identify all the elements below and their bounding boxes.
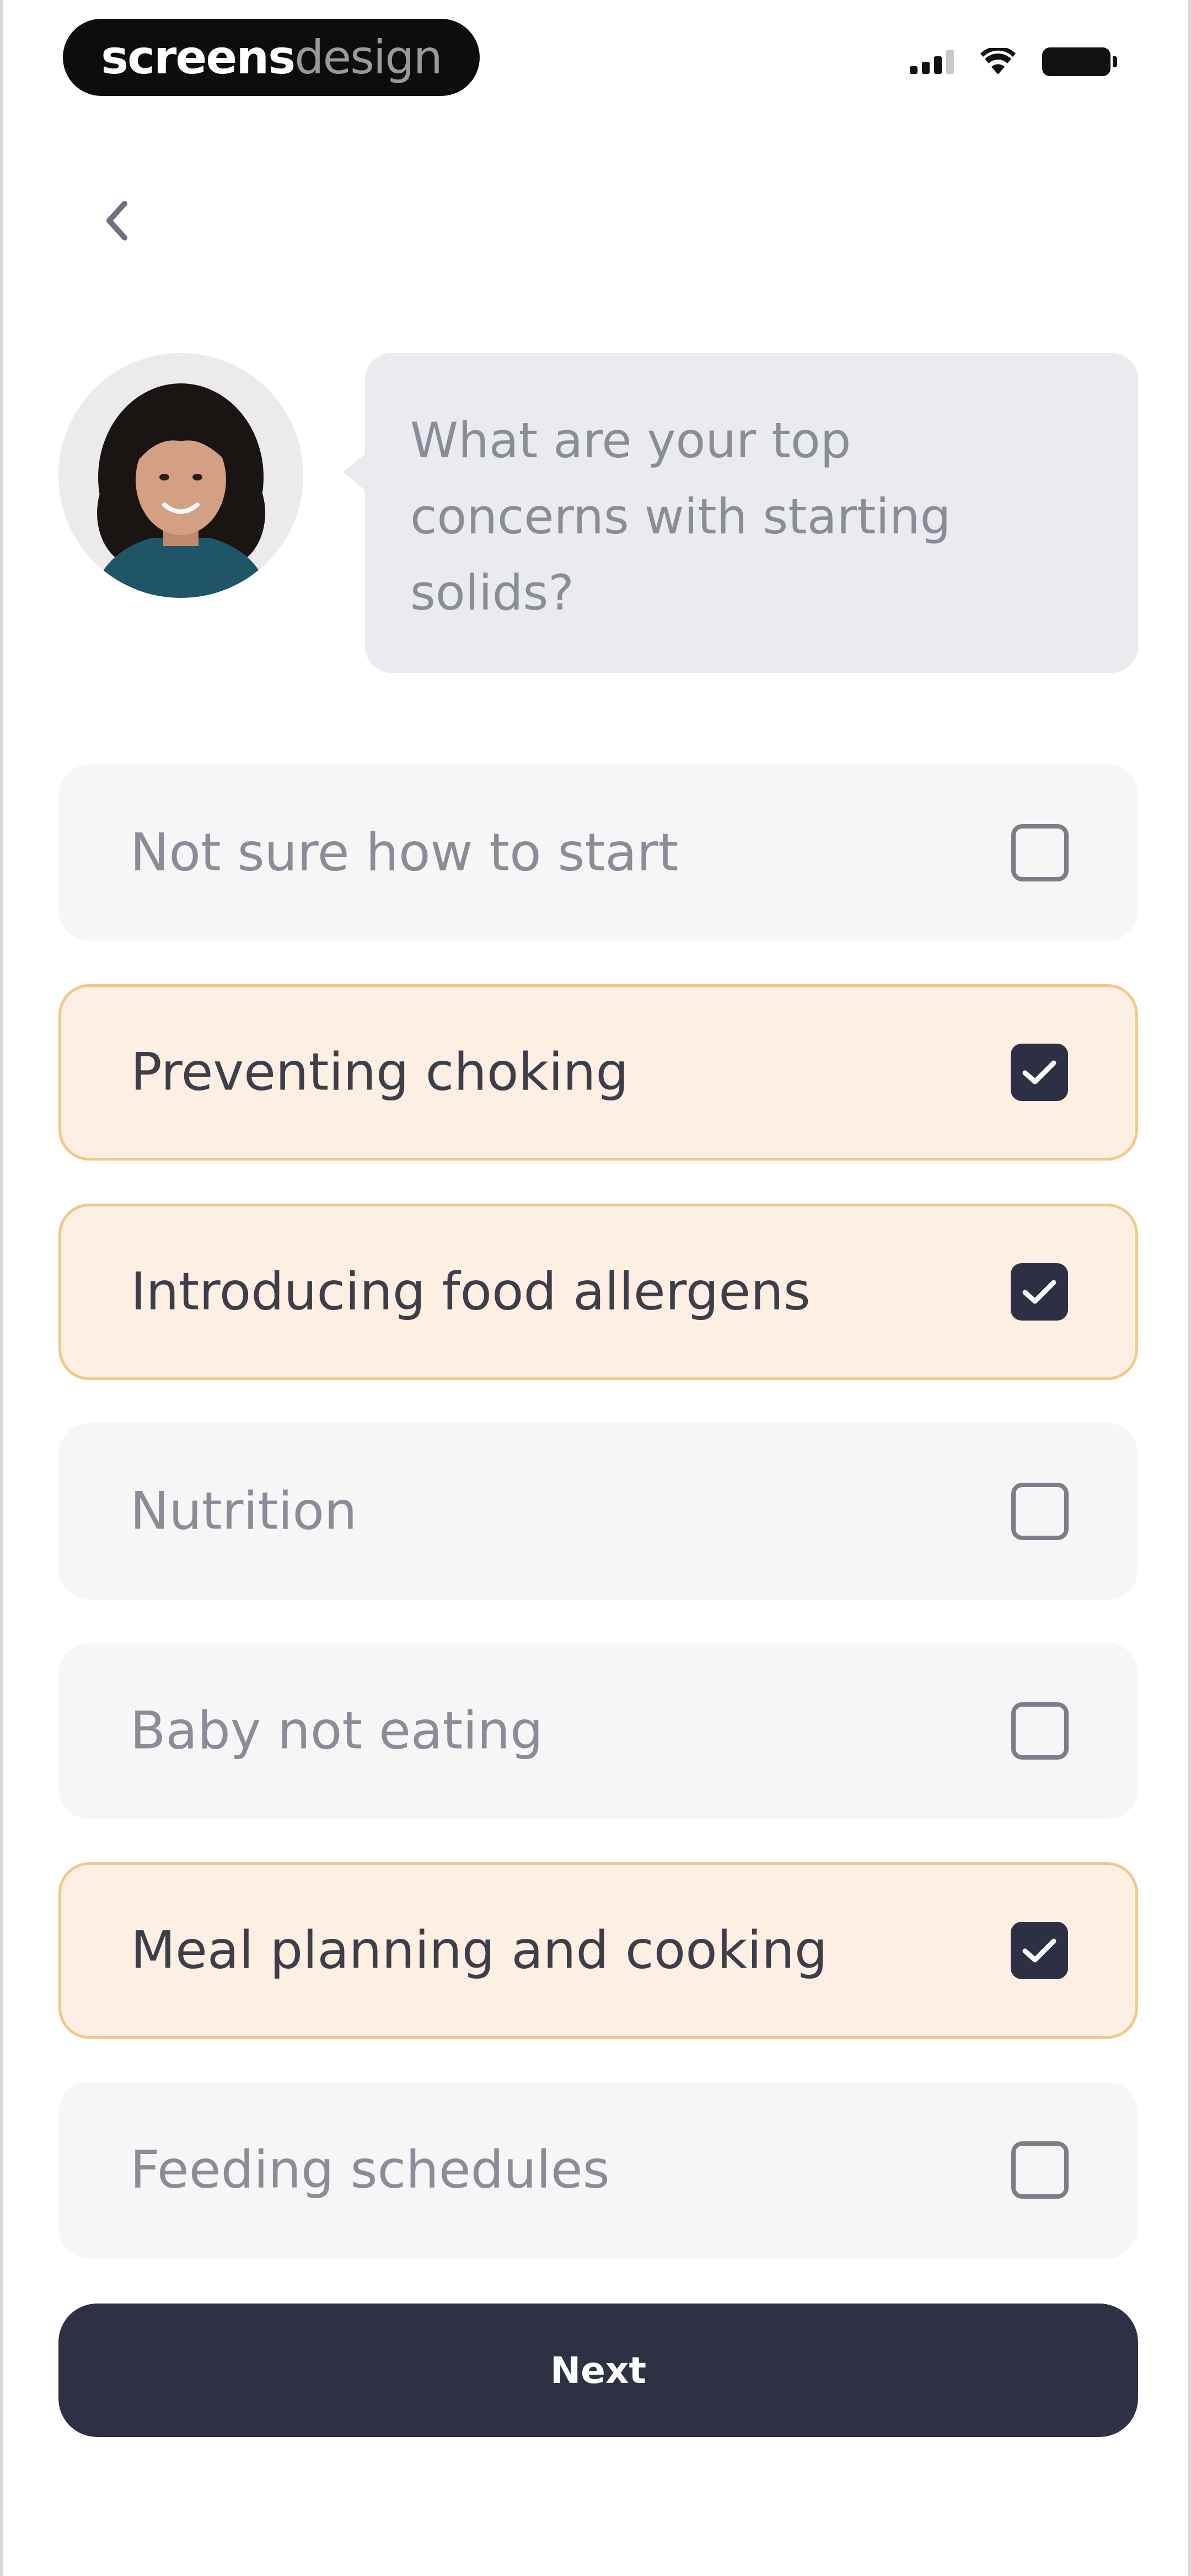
option-meal-planning-and-cooking[interactable]: Meal planning and cooking xyxy=(58,1862,1138,2039)
brand-light-text: design xyxy=(294,30,443,84)
chevron-left-icon xyxy=(106,201,127,241)
option-label: Baby not eating xyxy=(130,1701,543,1761)
option-baby-not-eating[interactable]: Baby not eating xyxy=(58,1643,1138,1819)
status-icons xyxy=(910,47,1117,76)
cellular-signal-icon xyxy=(910,50,954,74)
checkmark-icon xyxy=(1022,1280,1056,1304)
option-label: Introducing food allergens xyxy=(131,1262,811,1322)
option-preventing-choking[interactable]: Preventing choking xyxy=(58,984,1138,1161)
option-label: Feeding schedules xyxy=(130,2140,610,2200)
checkmark-icon xyxy=(1022,1938,1056,1963)
checkbox-unchecked-icon[interactable] xyxy=(1011,1483,1069,1540)
option-label: Not sure how to start xyxy=(130,822,679,883)
concern-options-list: Not sure how to start Preventing choking… xyxy=(58,765,1138,2301)
option-not-sure-how-to-start[interactable]: Not sure how to start xyxy=(58,765,1138,941)
wifi-icon xyxy=(980,48,1016,74)
checkbox-unchecked-icon[interactable] xyxy=(1011,1702,1069,1760)
option-introducing-food-allergens[interactable]: Introducing food allergens xyxy=(58,1204,1138,1380)
option-label: Nutrition xyxy=(130,1481,357,1542)
advisor-avatar xyxy=(58,353,303,598)
brand-watermark: screens design xyxy=(63,19,480,96)
checkmark-icon xyxy=(1022,1060,1056,1084)
onboarding-screen: screens design What are your top concern… xyxy=(0,0,1191,2576)
option-label: Meal planning and cooking xyxy=(131,1920,828,1981)
question-bubble: What are your top concerns with starting… xyxy=(343,353,1138,673)
back-button[interactable] xyxy=(97,193,136,248)
option-feeding-schedules[interactable]: Feeding schedules xyxy=(58,2082,1138,2258)
question-text: What are your top concerns with starting… xyxy=(410,412,951,621)
checkbox-checked-icon[interactable] xyxy=(1011,1263,1068,1321)
option-nutrition[interactable]: Nutrition xyxy=(58,1423,1138,1600)
checkbox-checked-icon[interactable] xyxy=(1011,1922,1068,1979)
checkbox-checked-icon[interactable] xyxy=(1011,1044,1068,1101)
battery-icon xyxy=(1042,47,1117,76)
brand-bold-text: screens xyxy=(101,30,296,84)
next-button[interactable]: Next xyxy=(58,2304,1138,2437)
advisor-portrait-image xyxy=(58,353,303,598)
checkbox-unchecked-icon[interactable] xyxy=(1011,2141,1069,2199)
checkbox-unchecked-icon[interactable] xyxy=(1011,824,1069,881)
option-label: Preventing choking xyxy=(131,1042,629,1103)
